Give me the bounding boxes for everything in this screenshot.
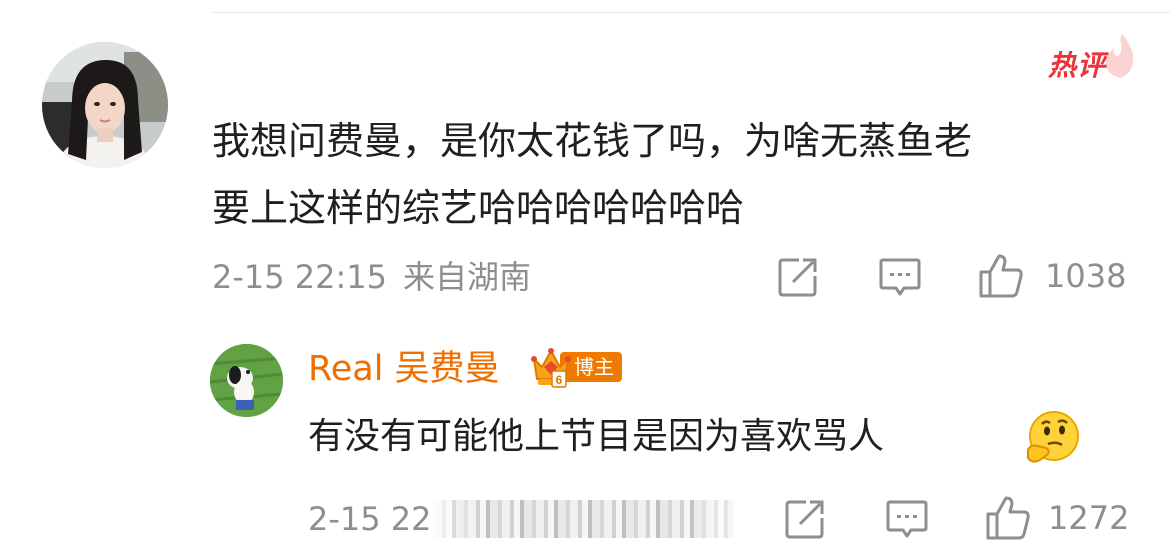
comment-text: 我想问费曼，是你太花钱了吗，为啥无蒸鱼老 要上这样的综艺哈哈哈哈哈哈哈 — [212, 108, 1132, 242]
thumbs-up-icon — [979, 254, 1023, 298]
hot-badge-label: 热评 — [1048, 49, 1107, 82]
forward-button[interactable] — [777, 256, 819, 298]
comment-text-line: 要上这样的综艺哈哈哈哈哈哈哈 — [212, 186, 745, 230]
thinking-face-icon — [1022, 410, 1082, 466]
svg-text:6: 6 — [556, 373, 563, 387]
mosaic-overlay — [434, 500, 734, 538]
reply-forward-button[interactable] — [784, 498, 826, 540]
commenter-avatar[interactable] — [42, 42, 168, 168]
reply-username[interactable]: Real 吴费曼 — [308, 346, 500, 392]
reply-comment-button[interactable] — [885, 498, 929, 540]
thumbs-up-icon — [986, 496, 1030, 540]
reply-like-button[interactable]: 1272 — [984, 494, 1129, 542]
reply-avatar[interactable] — [210, 344, 283, 417]
like-count: 1038 — [1045, 257, 1127, 295]
share-edit-icon — [778, 258, 817, 297]
share-edit-icon — [785, 500, 824, 539]
reply-meta: 2-15 22 — [308, 497, 432, 541]
reply-like-count: 1272 — [1048, 499, 1130, 537]
comment-text-line: 我想问费曼，是你太花钱了吗，为啥无蒸鱼老 — [212, 119, 973, 163]
reply-text: 有没有可能他上节目是因为喜欢骂人 — [308, 416, 885, 457]
reply-timestamp: 2-15 22 — [308, 500, 432, 538]
blogger-badge: 博主 6 — [530, 345, 626, 389]
like-button[interactable]: 1038 — [977, 252, 1126, 300]
comment-icon — [886, 500, 928, 538]
comment-location: 来自湖南 — [403, 258, 532, 296]
reply-button[interactable] — [878, 256, 922, 298]
comment-icon — [879, 258, 921, 296]
crown-icon: 6 — [531, 348, 571, 388]
hot-comment-badge: 热评 — [1048, 34, 1134, 88]
comment-meta: 2-15 22:15 来自湖南 — [212, 255, 531, 299]
top-divider — [212, 12, 1170, 13]
comment-timestamp: 2-15 22:15 — [212, 258, 388, 296]
